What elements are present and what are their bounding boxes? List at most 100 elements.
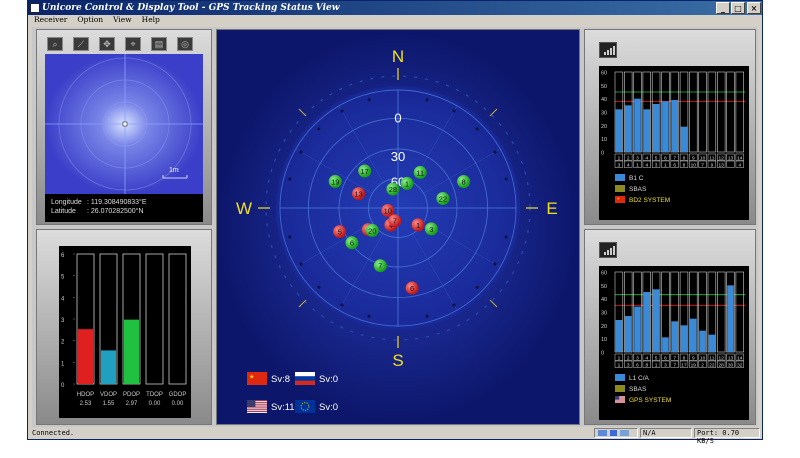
satellite-marker[interactable]: 1: [400, 176, 414, 190]
dop-bar-frame: [168, 253, 187, 385]
satellite-marker[interactable]: 19: [328, 174, 342, 188]
satellite-marker[interactable]: 3: [424, 222, 438, 236]
menu-help[interactable]: Help: [142, 15, 160, 24]
snr-prn-label: 4: [738, 162, 741, 168]
dop-bar-value: 2.97: [126, 401, 138, 407]
snr-tick-label: 50: [601, 84, 607, 90]
snr-channel-label: 9: [692, 355, 695, 361]
menu-receiver[interactable]: Receiver: [34, 15, 67, 24]
latitude-label: Latitude: [51, 208, 76, 215]
direction-east: E: [546, 199, 557, 218]
snr-channel-label: 10: [700, 355, 706, 361]
dop-tick-label: 4: [61, 296, 65, 302]
snr-bar-frame: [726, 71, 735, 153]
snr-prn-label: 1: [636, 162, 639, 168]
menu-option[interactable]: Option: [77, 15, 103, 24]
dop-tick-label: 6: [61, 253, 65, 259]
snr-prn-label: 7: [701, 162, 704, 168]
snr-prn-label: 1: [664, 162, 667, 168]
menu-view[interactable]: View: [113, 15, 132, 24]
satellite-marker[interactable]: 1: [411, 218, 425, 232]
position-map-canvas[interactable]: 1m Longitude : 119.308490833°E Latitude …: [45, 54, 203, 222]
satellite-marker[interactable]: 6: [405, 281, 419, 295]
satellite-marker[interactable]: 6: [345, 236, 359, 250]
snr-prn-label: 6: [673, 162, 676, 168]
satellite-id: 22: [439, 194, 447, 203]
menu-bar: Receiver Option View Help: [28, 15, 762, 25]
elevation-label: 30: [391, 149, 405, 164]
satellite-marker[interactable]: 5: [333, 225, 347, 239]
clear-icon[interactable]: ▤: [151, 37, 167, 51]
snr-prn-label: 30: [728, 362, 734, 368]
snr-bar-frame: [735, 271, 744, 353]
snr-channel-label: 14: [737, 155, 743, 161]
snr-tick-label: 30: [601, 311, 607, 317]
skyplot[interactable]: NSWE03060 111822328171913105920471676 ★S…: [217, 30, 579, 424]
snr-legend-item: B1 C: [615, 174, 644, 182]
satellite-marker[interactable]: 20: [365, 223, 379, 237]
snr-prn-label: 2: [701, 362, 704, 368]
snr-prn-label: 3: [664, 362, 667, 368]
maximize-button[interactable]: □: [731, 2, 745, 14]
dop-bar-value: 1.55: [103, 401, 115, 407]
snr-prn-label: 8: [683, 162, 686, 168]
port-status: Port: 0.70 KB/S: [694, 428, 760, 445]
minimize-button[interactable]: _: [716, 2, 730, 14]
snr-legend-item: SBAS: [615, 185, 647, 193]
center-icon[interactable]: ⌖: [125, 37, 141, 51]
satellite-marker[interactable]: 7: [388, 214, 402, 228]
svg-text:★: ★: [617, 197, 620, 201]
satellite-marker[interactable]: 8: [457, 174, 471, 188]
position-map[interactable]: 1m Longitude : 119.308490833°E Latitude …: [45, 54, 203, 222]
satellite-id: 6: [350, 239, 354, 248]
pan-icon[interactable]: ⌕: [47, 37, 63, 51]
snr-bar: [652, 289, 660, 352]
snr-prn-label: 32: [737, 362, 743, 368]
status-bar: Connected. N/A Port: 0.70 KB/S: [28, 427, 762, 445]
snr-prn-label: 28: [719, 362, 725, 368]
snr-prn-label: 19: [691, 362, 697, 368]
title-bar[interactable]: Unicore Control & Display Tool - GPS Tra…: [28, 1, 762, 15]
settings-icon[interactable]: ◎: [177, 37, 193, 51]
snr-bar: [624, 105, 632, 152]
satellite-marker[interactable]: 28: [386, 182, 400, 196]
fit-icon[interactable]: ✥: [99, 37, 115, 51]
snr-prn-label: 1: [618, 362, 621, 368]
dop-bar-label: HDOP: [77, 392, 94, 398]
snr-prn-label: 22: [709, 362, 715, 368]
dop-chart-canvas: 6 5 4 3 2 1 0 HDOP 2.53 VDOP 1.55 PDOP 2.97 TDOP 0.00 G…: [61, 253, 187, 407]
snr-channel-label: 2: [627, 155, 630, 161]
gps-snr-panel: 60 50 40 30 20 10 0 1 1 2 3 3 6 4 8 5 1 6 3 7 7 8 17 9 19 10 2 11 22…: [584, 229, 756, 425]
snr-bar: [643, 109, 651, 152]
snr-bar-frame: [735, 71, 744, 153]
snr-bar-frame: [689, 71, 698, 153]
satellite-marker[interactable]: 7: [373, 259, 387, 273]
snr-channel-label: 1: [618, 155, 621, 161]
snr-legend-label: SBAS: [629, 386, 647, 393]
bd2-snr-panel: 60 50 40 30 20 10 0 1 3 2 4 3 1 4 4 5 3 6 1 7 6 8 8 9 10 10 7 11 9 12…: [584, 29, 756, 225]
snr-legend-label: B1 C: [629, 175, 644, 182]
snr-prn-label: 4: [627, 162, 630, 168]
legend-count: Sv:0: [319, 374, 338, 385]
ruler-icon[interactable]: ⟋: [73, 37, 89, 51]
satellite-id: 11: [416, 168, 424, 177]
signal-strength-icon: [599, 242, 617, 258]
client-area: 1m Longitude : 119.308490833°E Latitude …: [32, 27, 758, 427]
snr-channel-label: 5: [655, 155, 658, 161]
satellite-marker[interactable]: 11: [413, 165, 427, 179]
bd2-snr-chart: 60 50 40 30 20 10 0 1 3 2 4 3 1 4 4 5 3 6 1 7 6 8 8 9 10 10 7 11 9 12…: [599, 66, 749, 220]
snr-legend-label: GPS SYSTEM: [629, 397, 671, 404]
snr-bar: [634, 98, 641, 152]
snr-bar: [671, 100, 678, 152]
satellite-id: 28: [389, 185, 397, 194]
satellite-id: 10: [384, 207, 392, 216]
satellite-marker[interactable]: 22: [436, 191, 450, 205]
satellite-id: 5: [338, 228, 342, 237]
status-na: N/A: [640, 428, 692, 438]
close-button[interactable]: ×: [747, 2, 761, 14]
snr-bar: [634, 306, 641, 352]
snr-tick-label: 60: [601, 71, 607, 77]
satellite-marker[interactable]: 13: [352, 187, 366, 201]
satellite-marker[interactable]: 17: [358, 164, 372, 178]
snr-prn-label: 6: [636, 362, 639, 368]
